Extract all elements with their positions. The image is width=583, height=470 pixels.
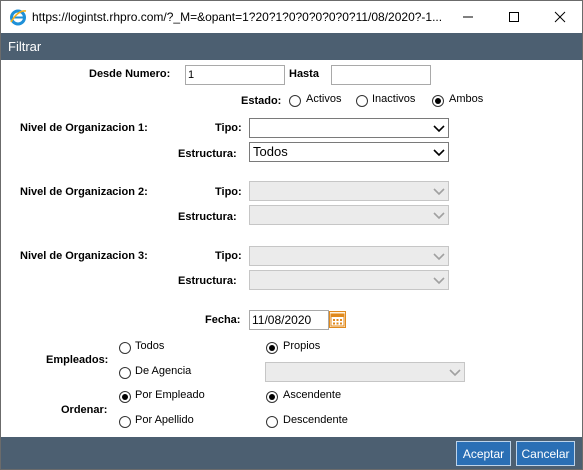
filter-form: Desde Numero: 1 Hasta Estado: Activos In… (0, 60, 583, 437)
empleados-agencia-radio[interactable] (119, 367, 131, 379)
ordenar-apellido-radio[interactable] (119, 416, 131, 428)
orden-descendente-label: Descendente (283, 414, 348, 426)
chevron-down-icon (433, 253, 445, 261)
chevron-down-icon (433, 149, 445, 157)
nivel3-label: Nivel de Organizacion 3: (20, 250, 148, 262)
estado-activos-radio[interactable] (289, 95, 301, 107)
nivel2-tipo-select[interactable] (249, 181, 449, 201)
desde-input[interactable]: 1 (185, 65, 285, 85)
desde-label: Desde Numero: (89, 68, 171, 80)
window-titlebar: https://logintst.rhpro.com/?_M=&opant=1?… (0, 0, 583, 33)
estado-ambos-label: Ambos (449, 93, 484, 105)
empleados-label: Empleados: (46, 354, 109, 366)
orden-ascendente-radio[interactable] (266, 391, 278, 403)
aceptar-button[interactable]: Aceptar (456, 441, 511, 466)
chevron-down-icon (433, 277, 445, 285)
nivel1-estructura-select[interactable]: Todos (249, 142, 449, 162)
chevron-down-icon (433, 212, 445, 220)
empleados-propios-radio[interactable] (266, 342, 278, 354)
hasta-label: Hasta (289, 68, 319, 80)
agencia-select[interactable] (265, 362, 465, 382)
close-icon[interactable] (545, 5, 575, 29)
empleados-todos-radio[interactable] (119, 342, 131, 354)
hasta-input[interactable] (331, 65, 431, 85)
empleados-propios-label: Propios (283, 340, 321, 352)
dialog-header: Filtrar (0, 33, 583, 60)
fecha-input[interactable]: 11/08/2020 (249, 310, 329, 330)
ie-icon (10, 9, 27, 26)
ordenar-apellido-label: Por Apellido (135, 414, 194, 426)
nivel1-label: Nivel de Organizacion 1: (20, 122, 148, 134)
calendar-icon[interactable] (329, 311, 346, 328)
chevron-down-icon (449, 369, 461, 377)
nivel3-estructura-label: Estructura: (178, 275, 237, 287)
orden-descendente-radio[interactable] (266, 416, 278, 428)
nivel2-tipo-label: Tipo: (215, 186, 242, 198)
window-title: https://logintst.rhpro.com/?_M=&opant=1?… (32, 10, 443, 24)
nivel3-estructura-select[interactable] (249, 270, 449, 290)
orden-ascendente-label: Ascendente (283, 389, 342, 401)
maximize-icon[interactable] (499, 5, 529, 29)
minimize-icon[interactable] (453, 5, 483, 29)
nivel2-estructura-select[interactable] (249, 205, 449, 225)
chevron-down-icon (433, 188, 445, 196)
dialog-title: Filtrar (8, 39, 42, 54)
nivel1-tipo-select[interactable] (249, 118, 449, 138)
nivel3-tipo-label: Tipo: (215, 250, 242, 262)
chevron-down-icon (433, 125, 445, 133)
estado-activos-label: Activos (306, 93, 342, 105)
ordenar-empleado-radio[interactable] (119, 391, 131, 403)
cancelar-button[interactable]: Cancelar (516, 441, 575, 466)
estado-ambos-radio[interactable] (432, 95, 444, 107)
fecha-label: Fecha: (205, 314, 241, 326)
ordenar-empleado-label: Por Empleado (135, 389, 205, 401)
dialog-footer: Aceptar Cancelar (0, 437, 583, 470)
nivel1-estructura-value: Todos (253, 144, 288, 159)
estado-label: Estado: (241, 95, 282, 107)
nivel1-estructura-label: Estructura: (178, 148, 237, 160)
nivel3-tipo-select[interactable] (249, 246, 449, 266)
empleados-agencia-label: De Agencia (135, 365, 192, 377)
estado-inactivos-radio[interactable] (356, 95, 368, 107)
empleados-todos-label: Todos (135, 340, 165, 352)
ordenar-label: Ordenar: (61, 404, 108, 416)
nivel2-estructura-label: Estructura: (178, 211, 237, 223)
nivel2-label: Nivel de Organizacion 2: (20, 186, 148, 198)
nivel1-tipo-label: Tipo: (215, 122, 242, 134)
estado-inactivos-label: Inactivos (372, 93, 416, 105)
